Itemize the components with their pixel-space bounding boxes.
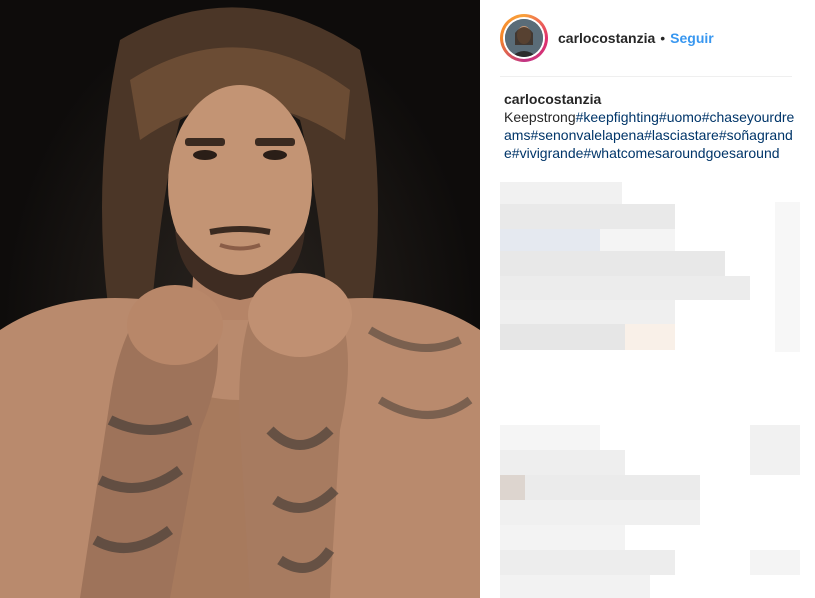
post-header: carlocostanzia • Seguir <box>500 14 714 62</box>
redacted-comments-block <box>500 182 800 352</box>
hashtag-link[interactable]: #uomo <box>659 109 702 125</box>
hashtag-link[interactable]: #lasciastare <box>644 127 719 143</box>
separator-dot: • <box>660 30 666 46</box>
post-username[interactable]: carlocostanzia <box>558 30 655 46</box>
avatar[interactable] <box>500 14 548 62</box>
post-photo[interactable] <box>0 0 480 598</box>
caption-text: Keepstrong <box>504 109 576 125</box>
post-caption: carlocostanzia Keepstrong#keepfighting#u… <box>504 90 796 162</box>
hashtag-link[interactable]: #keepfighting <box>576 109 659 125</box>
post-photo-graphic <box>0 7 480 598</box>
hashtag-link[interactable]: #whatcomesaroundgoesaround <box>583 145 779 161</box>
profile-photo-icon <box>505 19 543 57</box>
caption-body: Keepstrong#keepfighting#uomo#chaseyourdr… <box>504 109 794 161</box>
redacted-comments-block <box>500 425 800 598</box>
hashtag-link[interactable]: #vivigrande <box>512 145 584 161</box>
caption-username[interactable]: carlocostanzia <box>504 90 796 108</box>
follow-button[interactable]: Seguir <box>670 30 714 46</box>
post-sidebar: carlocostanzia • Seguir carlocostanzia K… <box>480 0 815 598</box>
hashtag-link[interactable]: #senonvalelapena <box>530 127 644 143</box>
header-divider <box>500 76 792 77</box>
